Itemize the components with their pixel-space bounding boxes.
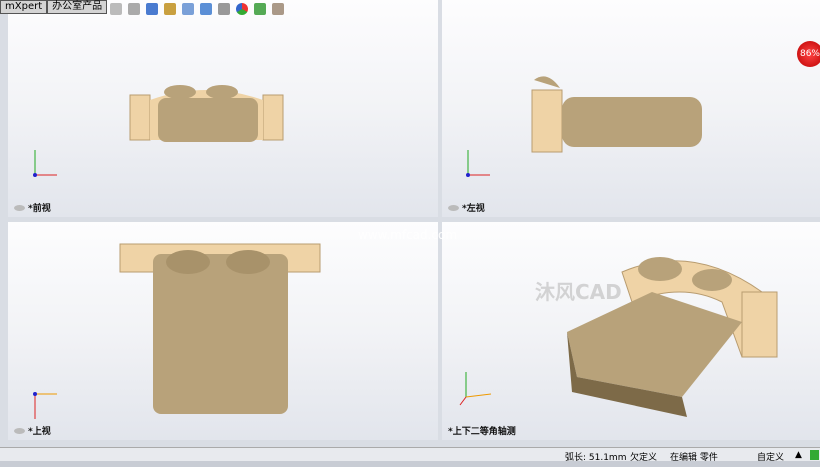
eye-icon[interactable] bbox=[14, 427, 25, 434]
heads-up-toolbar bbox=[110, 3, 284, 15]
viewport-left[interactable]: *左视 bbox=[442, 0, 820, 217]
zoom-area-icon[interactable] bbox=[128, 3, 140, 15]
viewport-front[interactable]: *前视 bbox=[8, 0, 438, 217]
view-orientation-icon[interactable] bbox=[182, 3, 194, 15]
hide-show-icon[interactable] bbox=[218, 3, 230, 15]
bed-isometric-model bbox=[459, 257, 778, 417]
view-settings-icon[interactable] bbox=[272, 3, 284, 15]
zoom-to-fit-icon[interactable] bbox=[110, 3, 122, 15]
viewport-label: *上下二等角轴测 bbox=[448, 427, 516, 437]
eye-icon[interactable] bbox=[448, 204, 459, 211]
status-arrow[interactable]: ▲ bbox=[795, 450, 802, 460]
appearance-icon[interactable] bbox=[236, 3, 248, 15]
bed-top-model bbox=[33, 243, 321, 419]
viewport-isometric[interactable]: *上下二等角轴测 bbox=[442, 222, 820, 440]
bed-side-model bbox=[466, 76, 702, 177]
previous-view-icon[interactable] bbox=[146, 3, 158, 15]
viewport-label: *左视 bbox=[448, 201, 485, 214]
tab-bar: mXpert 办公室产品 bbox=[0, 0, 108, 14]
watermark-logo: 沐风CAD bbox=[535, 280, 622, 304]
tab-office-products[interactable]: 办公室产品 bbox=[47, 0, 108, 14]
viewport-top[interactable]: *上视 bbox=[8, 222, 438, 440]
viewport-label: *前视 bbox=[14, 201, 51, 214]
eye-icon[interactable] bbox=[14, 204, 25, 211]
display-style-icon[interactable] bbox=[200, 3, 212, 15]
help-icon[interactable] bbox=[810, 450, 819, 460]
viewport-label: *上视 bbox=[14, 424, 51, 437]
performance-badge: 86% bbox=[797, 41, 820, 67]
tab-mxpert[interactable]: mXpert bbox=[0, 0, 48, 14]
bed-front-model bbox=[33, 85, 284, 177]
status-bar: 弧长: 51.1mm 欠定义 在编辑 零件 自定义 ▲ bbox=[0, 447, 820, 463]
taskbar bbox=[0, 461, 820, 467]
watermark-url: www.mfcad.com bbox=[358, 228, 458, 242]
section-view-icon[interactable] bbox=[164, 3, 176, 15]
scene-icon[interactable] bbox=[254, 3, 266, 15]
